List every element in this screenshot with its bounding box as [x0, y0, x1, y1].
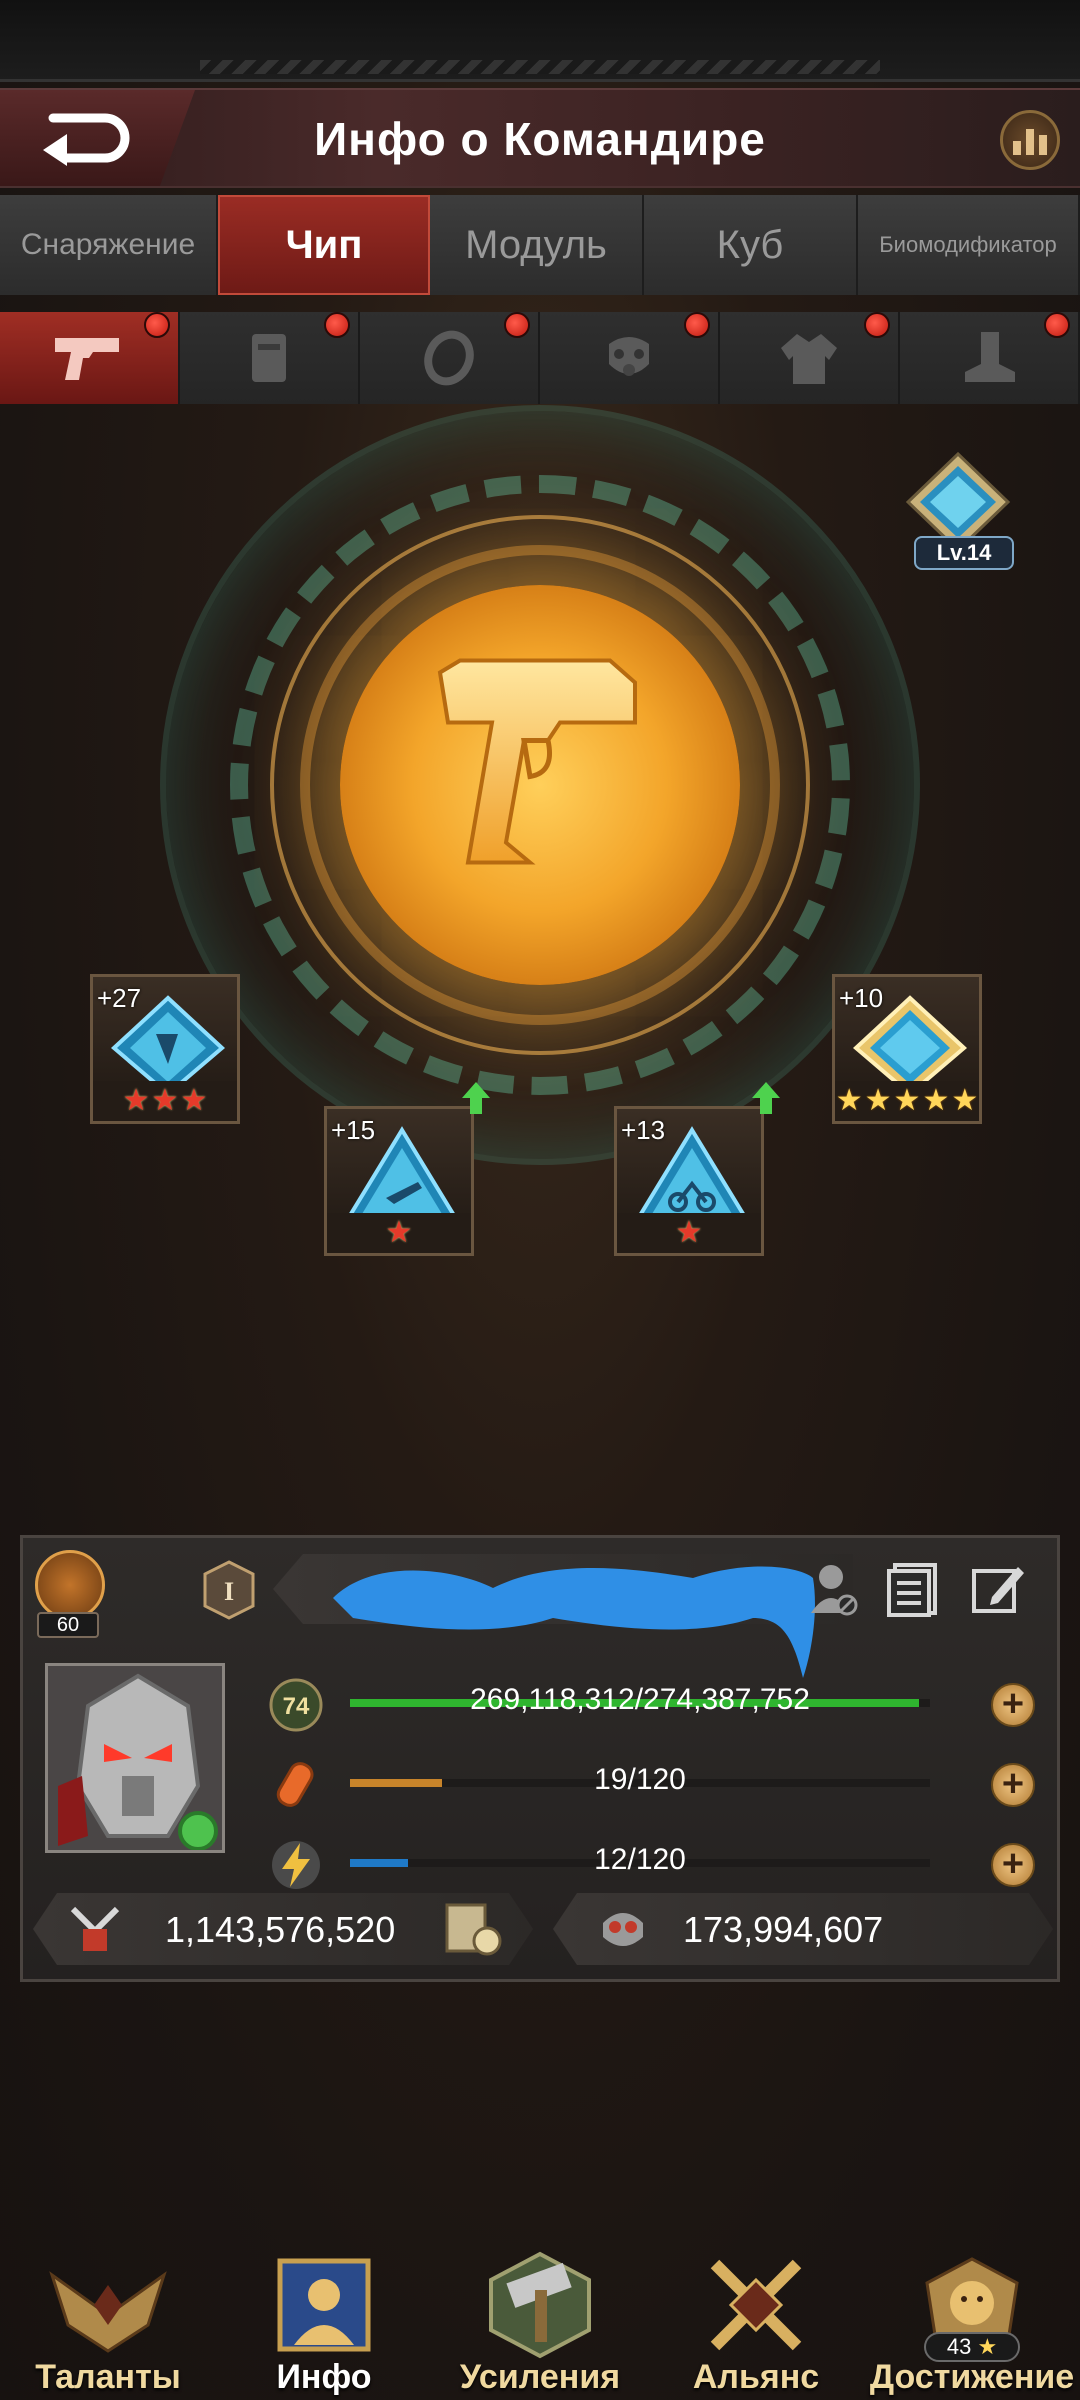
- page-title: Инфо о Командире: [314, 113, 766, 165]
- chip-slot-1[interactable]: +27 ★ ★ ★: [90, 974, 240, 1124]
- stamina-row: 19/120 +: [248, 1753, 1058, 1813]
- experience-value: 269,118,312/274,387,752: [470, 1683, 810, 1716]
- edit-icon[interactable]: [967, 1558, 1029, 1620]
- pistol-emblem-icon: [420, 653, 660, 888]
- report-clock-icon: [443, 1901, 503, 1957]
- chip-level-label: Lv.14: [914, 536, 1014, 570]
- level-badge-icon: 74: [269, 1678, 323, 1732]
- slot-jacket[interactable]: [720, 312, 900, 404]
- nav-label: Альянс: [692, 2358, 820, 2396]
- energy-value: 12/120: [594, 1843, 686, 1876]
- nav-label: Усиления: [459, 2358, 621, 2396]
- tab-module[interactable]: Модуль: [430, 195, 644, 295]
- details-list-icon[interactable]: [881, 1558, 943, 1620]
- tab-label: Куб: [716, 222, 784, 267]
- stamina-capsule-icon: [276, 1762, 314, 1807]
- skull-mask-icon: [597, 1903, 649, 1955]
- bottom-navigation: Таланты Инфо Усиления Альянс 43 ★ Достиж…: [0, 2240, 1080, 2400]
- notification-dot: [324, 312, 350, 338]
- energy-lightning-icon: [272, 1841, 320, 1889]
- tab-label: Снаряжение: [20, 228, 196, 261]
- power-stat[interactable]: 1,143,576,520: [33, 1893, 533, 1965]
- nav-achievements[interactable]: 43 ★ Достижение: [864, 2240, 1080, 2400]
- tab-biomodifier[interactable]: Биомодификатор: [858, 195, 1080, 295]
- notification-dot: [144, 312, 170, 338]
- statistics-button[interactable]: [1000, 110, 1060, 170]
- chip-stars: ★: [327, 1213, 471, 1253]
- talents-eagle-icon: [48, 2250, 168, 2360]
- chip-enhance-level: +10: [839, 983, 884, 1013]
- tab-chip[interactable]: Чип: [218, 195, 430, 295]
- tab-cube[interactable]: Куб: [644, 195, 858, 295]
- notification-dot: [684, 312, 710, 338]
- tab-label: Модуль: [465, 222, 607, 267]
- top-frame: [0, 0, 1080, 82]
- nav-info[interactable]: Инфо: [216, 2240, 432, 2400]
- tab-label: Чип: [285, 222, 363, 267]
- stamina-value: 19/120: [594, 1763, 686, 1796]
- equipment-slot-bar: [0, 312, 1080, 404]
- fist-badge-icon[interactable]: [35, 1550, 105, 1620]
- kills-value: 173,994,607: [683, 1909, 884, 1950]
- player-block-icon[interactable]: [803, 1558, 865, 1620]
- notification-dot: [1044, 312, 1070, 338]
- upgrade-arrow-icon: [462, 1082, 490, 1114]
- power-level: 60: [37, 1612, 99, 1638]
- rank-badge[interactable]: I: [203, 1560, 255, 1620]
- chip-stars: ★ ★ ★ ★ ★: [835, 1081, 979, 1121]
- slot-gas-mask[interactable]: [540, 312, 720, 404]
- tab-equipment[interactable]: Снаряжение: [0, 195, 218, 295]
- commander-info-screen: Инфо о Командире Снаряжение Чип Модуль К…: [0, 0, 1080, 2400]
- chip-slot-3[interactable]: +13 ★: [614, 1106, 764, 1256]
- chip-stars: ★: [617, 1213, 761, 1253]
- notification-dot: [504, 312, 530, 338]
- boot-icon: [965, 332, 1015, 382]
- add-experience-button[interactable]: +: [991, 1683, 1035, 1727]
- nav-talents[interactable]: Таланты: [0, 2240, 216, 2400]
- kills-stat[interactable]: 173,994,607: [553, 1893, 1053, 1965]
- add-stamina-button[interactable]: +: [991, 1763, 1035, 1807]
- energy-row: 12/120 +: [248, 1833, 1058, 1893]
- redaction-scribble: [333, 1566, 815, 1678]
- commander-avatar[interactable]: [45, 1663, 225, 1853]
- boosts-hammer-icon: [480, 2250, 600, 2360]
- chip-enhance-level: +27: [97, 983, 142, 1013]
- info-portrait-icon: [264, 2250, 384, 2360]
- jacket-icon: [781, 334, 837, 384]
- commander-panel: 60 I 74 269,118,312/274,387,752 + 19/120…: [20, 1535, 1060, 1982]
- chip-stars: ★ ★ ★: [93, 1081, 237, 1121]
- header-bar: Инфо о Командире: [0, 88, 1080, 188]
- tab-label: Биомодификатор: [879, 232, 1057, 257]
- chip-enhance-level: +15: [331, 1115, 376, 1145]
- ring-icon: [424, 330, 474, 386]
- slot-pistol[interactable]: [0, 312, 180, 404]
- chip-slot-4[interactable]: +10 ★ ★ ★ ★ ★: [832, 974, 982, 1124]
- slot-vest[interactable]: [180, 312, 360, 404]
- bar-chart-icon: [1013, 141, 1021, 155]
- pistol-icon: [55, 338, 119, 380]
- slot-boot[interactable]: [900, 312, 1080, 404]
- category-tabs: Снаряжение Чип Модуль Куб Биомодификатор: [0, 195, 1080, 295]
- alliance-swords-icon: [696, 2250, 816, 2360]
- chip-slot-2[interactable]: +15 ★: [324, 1106, 474, 1256]
- power-value: 1,143,576,520: [165, 1909, 396, 1950]
- nav-boosts[interactable]: Усиления: [432, 2240, 648, 2400]
- slot-ring[interactable]: [360, 312, 540, 404]
- crossed-swords-icon: [69, 1905, 121, 1955]
- upgrade-arrow-icon: [752, 1082, 780, 1114]
- nav-label: Таланты: [35, 2358, 181, 2396]
- vest-icon: [252, 334, 286, 382]
- chip-enhance-level: +13: [621, 1115, 666, 1145]
- svg-text:I: I: [224, 1577, 234, 1606]
- nav-alliance[interactable]: Альянс: [648, 2240, 864, 2400]
- svg-text:74: 74: [283, 1693, 310, 1720]
- gas-mask-icon: [609, 337, 649, 376]
- add-energy-button[interactable]: +: [991, 1843, 1035, 1887]
- nav-label: Достижение: [869, 2358, 1075, 2396]
- notification-dot: [864, 312, 890, 338]
- nav-label: Инфо: [276, 2358, 372, 2396]
- experience-row: 74 269,118,312/274,387,752 +: [248, 1673, 1058, 1733]
